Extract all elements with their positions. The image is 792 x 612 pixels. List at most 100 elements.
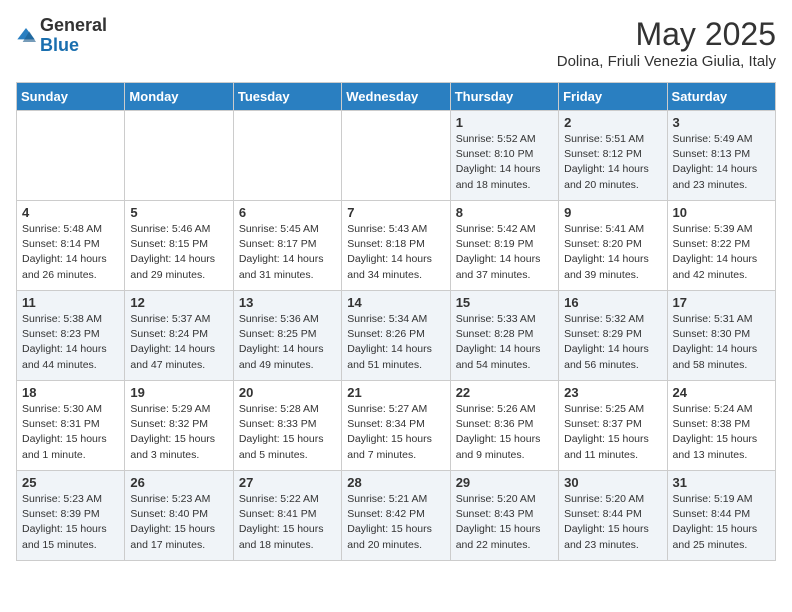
cell-content: Sunrise: 5:30 AM Sunset: 8:31 PM Dayligh… (22, 402, 119, 463)
header-wednesday: Wednesday (342, 83, 450, 111)
cell-content: Sunrise: 5:48 AM Sunset: 8:14 PM Dayligh… (22, 222, 119, 283)
header-saturday: Saturday (667, 83, 775, 111)
calendar-cell: 26 Sunrise: 5:23 AM Sunset: 8:40 PM Dayli… (125, 471, 233, 561)
calendar-cell: 17 Sunrise: 5:31 AM Sunset: 8:30 PM Dayli… (667, 291, 775, 381)
day-number: 30 (564, 475, 661, 490)
cell-content: Sunrise: 5:21 AM Sunset: 8:42 PM Dayligh… (347, 492, 444, 553)
day-number: 31 (673, 475, 770, 490)
calendar-cell: 31Sunrise: 5:19 AM Sunset: 8:44 PM Dayli… (667, 471, 775, 561)
cell-content: Sunrise: 5:43 AM Sunset: 8:18 PM Dayligh… (347, 222, 444, 283)
cell-content: Sunrise: 5:41 AM Sunset: 8:20 PM Dayligh… (564, 222, 661, 283)
day-number: 17 (673, 295, 770, 310)
calendar-cell: 1 Sunrise: 5:52 AM Sunset: 8:10 PM Daylig… (450, 111, 558, 201)
calendar-cell: 18Sunrise: 5:30 AM Sunset: 8:31 PM Dayli… (17, 381, 125, 471)
calendar-cell: 10 Sunrise: 5:39 AM Sunset: 8:22 PM Dayli… (667, 201, 775, 291)
day-number: 5 (130, 205, 227, 220)
day-number: 2 (564, 115, 661, 130)
cell-content: Sunrise: 5:25 AM Sunset: 8:37 PM Dayligh… (564, 402, 661, 463)
location-subtitle: Dolina, Friuli Venezia Giulia, Italy (557, 53, 776, 70)
calendar-cell: 12 Sunrise: 5:37 AM Sunset: 8:24 PM Dayli… (125, 291, 233, 381)
cell-content: Sunrise: 5:39 AM Sunset: 8:22 PM Dayligh… (673, 222, 770, 283)
calendar-cell: 29 Sunrise: 5:20 AM Sunset: 8:43 PM Dayli… (450, 471, 558, 561)
cell-content: Sunrise: 5:33 AM Sunset: 8:28 PM Dayligh… (456, 312, 553, 373)
calendar-cell: 20 Sunrise: 5:28 AM Sunset: 8:33 PM Dayli… (233, 381, 341, 471)
cell-content: Sunrise: 5:38 AM Sunset: 8:23 PM Dayligh… (22, 312, 119, 373)
calendar-cell (17, 111, 125, 201)
calendar-week-3: 11 Sunrise: 5:38 AM Sunset: 8:23 PM Dayli… (17, 291, 776, 381)
day-number: 7 (347, 205, 444, 220)
calendar-cell: 14Sunrise: 5:34 AM Sunset: 8:26 PM Dayli… (342, 291, 450, 381)
day-number: 22 (456, 385, 553, 400)
day-number: 4 (22, 205, 119, 220)
day-number: 3 (673, 115, 770, 130)
day-number: 26 (130, 475, 227, 490)
day-number: 12 (130, 295, 227, 310)
calendar-cell (342, 111, 450, 201)
cell-content: Sunrise: 5:27 AM Sunset: 8:34 PM Dayligh… (347, 402, 444, 463)
day-number: 20 (239, 385, 336, 400)
cell-content: Sunrise: 5:22 AM Sunset: 8:41 PM Dayligh… (239, 492, 336, 553)
calendar-cell: 11 Sunrise: 5:38 AM Sunset: 8:23 PM Dayli… (17, 291, 125, 381)
cell-content: Sunrise: 5:28 AM Sunset: 8:33 PM Dayligh… (239, 402, 336, 463)
header-monday: Monday (125, 83, 233, 111)
cell-content: Sunrise: 5:42 AM Sunset: 8:19 PM Dayligh… (456, 222, 553, 283)
cell-content: Sunrise: 5:23 AM Sunset: 8:40 PM Dayligh… (130, 492, 227, 553)
calendar-week-5: 25Sunrise: 5:23 AM Sunset: 8:39 PM Dayli… (17, 471, 776, 561)
calendar-cell: 13Sunrise: 5:36 AM Sunset: 8:25 PM Dayli… (233, 291, 341, 381)
header: General Blue May 2025 Dolina, Friuli Ven… (16, 16, 776, 70)
cell-content: Sunrise: 5:45 AM Sunset: 8:17 PM Dayligh… (239, 222, 336, 283)
day-number: 29 (456, 475, 553, 490)
day-number: 1 (456, 115, 553, 130)
cell-content: Sunrise: 5:52 AM Sunset: 8:10 PM Dayligh… (456, 132, 553, 193)
calendar-cell (125, 111, 233, 201)
calendar-cell (233, 111, 341, 201)
cell-content: Sunrise: 5:37 AM Sunset: 8:24 PM Dayligh… (130, 312, 227, 373)
header-friday: Friday (559, 83, 667, 111)
calendar-cell: 4 Sunrise: 5:48 AM Sunset: 8:14 PM Daylig… (17, 201, 125, 291)
calendar-cell: 5 Sunrise: 5:46 AM Sunset: 8:15 PM Daylig… (125, 201, 233, 291)
cell-content: Sunrise: 5:49 AM Sunset: 8:13 PM Dayligh… (673, 132, 770, 193)
day-number: 15 (456, 295, 553, 310)
calendar-cell: 23 Sunrise: 5:25 AM Sunset: 8:37 PM Dayli… (559, 381, 667, 471)
cell-content: Sunrise: 5:31 AM Sunset: 8:30 PM Dayligh… (673, 312, 770, 373)
day-number: 8 (456, 205, 553, 220)
header-tuesday: Tuesday (233, 83, 341, 111)
cell-content: Sunrise: 5:29 AM Sunset: 8:32 PM Dayligh… (130, 402, 227, 463)
calendar-cell: 30 Sunrise: 5:20 AM Sunset: 8:44 PM Dayli… (559, 471, 667, 561)
day-number: 14 (347, 295, 444, 310)
calendar-week-4: 18Sunrise: 5:30 AM Sunset: 8:31 PM Dayli… (17, 381, 776, 471)
cell-content: Sunrise: 5:46 AM Sunset: 8:15 PM Dayligh… (130, 222, 227, 283)
month-title: May 2025 (557, 16, 776, 53)
calendar-cell: 16Sunrise: 5:32 AM Sunset: 8:29 PM Dayli… (559, 291, 667, 381)
calendar-cell: 22 Sunrise: 5:26 AM Sunset: 8:36 PM Dayli… (450, 381, 558, 471)
cell-content: Sunrise: 5:32 AM Sunset: 8:29 PM Dayligh… (564, 312, 661, 373)
logo-text: General Blue (40, 16, 107, 56)
calendar-table: SundayMondayTuesdayWednesdayThursdayFrid… (16, 82, 776, 561)
day-number: 23 (564, 385, 661, 400)
header-thursday: Thursday (450, 83, 558, 111)
header-sunday: Sunday (17, 83, 125, 111)
logo: General Blue (16, 16, 107, 56)
day-number: 27 (239, 475, 336, 490)
day-number: 10 (673, 205, 770, 220)
day-number: 11 (22, 295, 119, 310)
calendar-week-2: 4 Sunrise: 5:48 AM Sunset: 8:14 PM Daylig… (17, 201, 776, 291)
calendar-cell: 21 Sunrise: 5:27 AM Sunset: 8:34 PM Dayli… (342, 381, 450, 471)
cell-content: Sunrise: 5:20 AM Sunset: 8:43 PM Dayligh… (456, 492, 553, 553)
day-number: 25 (22, 475, 119, 490)
calendar-cell: 8 Sunrise: 5:42 AM Sunset: 8:19 PM Daylig… (450, 201, 558, 291)
day-number: 24 (673, 385, 770, 400)
calendar-cell: 19Sunrise: 5:29 AM Sunset: 8:32 PM Dayli… (125, 381, 233, 471)
calendar-cell: 15 Sunrise: 5:33 AM Sunset: 8:28 PM Dayli… (450, 291, 558, 381)
day-number: 21 (347, 385, 444, 400)
cell-content: Sunrise: 5:20 AM Sunset: 8:44 PM Dayligh… (564, 492, 661, 553)
title-area: May 2025 Dolina, Friuli Venezia Giulia, … (557, 16, 776, 70)
calendar-cell: 3 Sunrise: 5:49 AM Sunset: 8:13 PM Daylig… (667, 111, 775, 201)
logo-icon (16, 26, 36, 46)
calendar-week-1: 1 Sunrise: 5:52 AM Sunset: 8:10 PM Daylig… (17, 111, 776, 201)
cell-content: Sunrise: 5:26 AM Sunset: 8:36 PM Dayligh… (456, 402, 553, 463)
calendar-cell: 2Sunrise: 5:51 AM Sunset: 8:12 PM Daylig… (559, 111, 667, 201)
day-number: 28 (347, 475, 444, 490)
day-number: 13 (239, 295, 336, 310)
calendar-cell: 24Sunrise: 5:24 AM Sunset: 8:38 PM Dayli… (667, 381, 775, 471)
